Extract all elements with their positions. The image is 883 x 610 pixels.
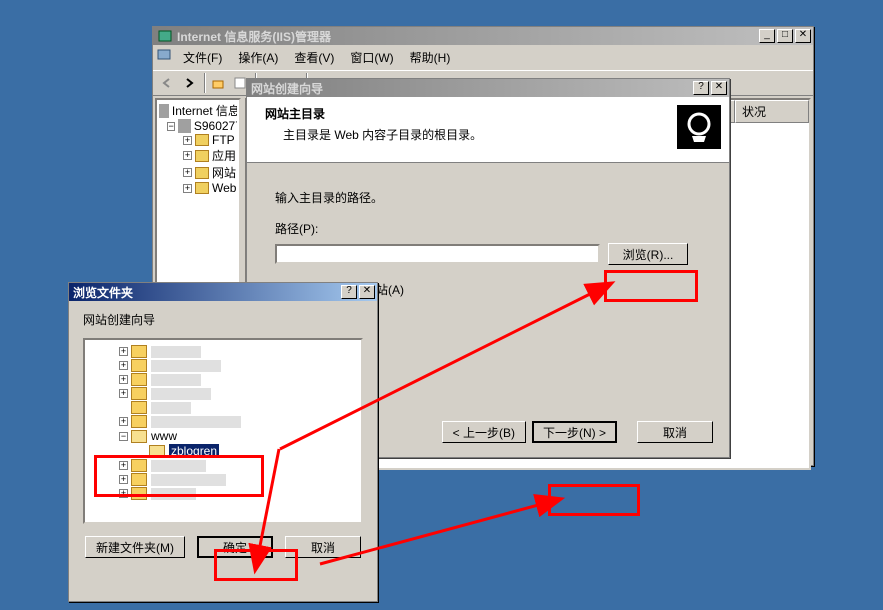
menu-window[interactable]: 窗口(W)	[342, 47, 401, 68]
folder-selected[interactable]: zblogren	[169, 444, 219, 458]
folder-icon	[131, 359, 147, 372]
expand-icon[interactable]: +	[119, 489, 128, 498]
folder-icon	[131, 401, 147, 414]
folder-icon	[131, 373, 147, 386]
close-button[interactable]: ✕	[795, 29, 811, 43]
app-icon	[157, 28, 173, 44]
wizard-heading: 网站主目录	[265, 105, 677, 122]
expand-icon[interactable]: +	[183, 168, 192, 177]
expand-icon[interactable]: +	[183, 136, 192, 145]
server-icon	[178, 119, 191, 133]
tree-ftp[interactable]: FTP	[212, 133, 235, 147]
back-icon[interactable]	[157, 73, 177, 93]
wizard-titlebar: 网站创建向导 ? ✕	[247, 79, 729, 97]
tree-root[interactable]: Internet 信息服务	[172, 102, 237, 119]
expand-icon[interactable]: +	[183, 151, 192, 160]
blurred-folder[interactable]	[151, 488, 196, 500]
path-label: 路径(P):	[275, 220, 701, 237]
folder-icon	[131, 473, 147, 486]
folder-icon	[131, 415, 147, 428]
globe-icon	[159, 104, 169, 118]
expand-icon[interactable]: +	[119, 375, 128, 384]
blurred-folder[interactable]	[151, 474, 226, 486]
folder-open-icon	[131, 430, 147, 443]
wizard-subheading: 主目录是 Web 内容子目录的根目录。	[283, 126, 677, 143]
new-folder-button[interactable]: 新建文件夹(M)	[85, 536, 185, 558]
close-button[interactable]: ✕	[359, 285, 375, 299]
folder-icon	[131, 459, 147, 472]
blurred-folder[interactable]	[151, 388, 211, 400]
folder-icon	[195, 150, 209, 162]
blurred-folder[interactable]	[151, 402, 191, 414]
expand-icon[interactable]: +	[119, 361, 128, 370]
folder-icon	[195, 167, 209, 179]
minimize-button[interactable]: _	[759, 29, 775, 43]
browse-folder-dialog: 浏览文件夹 ? ✕ 网站创建向导 + + + + + − www zblogren…	[68, 282, 378, 602]
blurred-folder[interactable]	[151, 460, 206, 472]
expand-icon[interactable]: +	[119, 475, 128, 484]
browse-title: 浏览文件夹	[73, 284, 339, 301]
blurred-folder[interactable]	[151, 346, 201, 358]
folder-icon	[195, 182, 209, 194]
up-icon[interactable]	[208, 73, 228, 93]
cancel-button[interactable]: 取消	[285, 536, 361, 558]
forward-icon[interactable]	[179, 73, 199, 93]
tree-server[interactable]: S960277	[194, 119, 237, 133]
folder-icon	[131, 487, 147, 500]
cancel-button[interactable]: 取消	[637, 421, 713, 443]
expand-icon[interactable]: +	[119, 417, 128, 426]
collapse-icon[interactable]: −	[167, 122, 175, 131]
browse-button[interactable]: 浏览(R)...	[608, 243, 688, 265]
col-status[interactable]: 状况	[735, 100, 809, 123]
browse-titlebar: 浏览文件夹 ? ✕	[69, 283, 377, 301]
help-button[interactable]: ?	[341, 285, 357, 299]
expand-icon[interactable]: +	[183, 184, 192, 193]
collapse-icon[interactable]: −	[119, 432, 128, 441]
menu-help[interactable]: 帮助(H)	[402, 47, 459, 68]
menu-file[interactable]: 文件(F)	[175, 47, 230, 68]
expand-icon[interactable]: +	[119, 389, 128, 398]
maximize-button[interactable]: □	[777, 29, 793, 43]
menu-view[interactable]: 查看(V)	[286, 47, 342, 68]
wizard-header: 网站主目录 主目录是 Web 内容子目录的根目录。	[247, 97, 729, 163]
blurred-folder[interactable]	[151, 360, 221, 372]
close-button[interactable]: ✕	[711, 81, 727, 95]
wizard-title: 网站创建向导	[251, 80, 691, 97]
ok-button[interactable]: 确定	[197, 536, 273, 558]
browse-body: 网站创建向导 + + + + + − www zblogren + + + 新建文…	[69, 301, 377, 568]
iis-title: Internet 信息服务(IIS)管理器	[177, 28, 757, 45]
blurred-folder[interactable]	[151, 416, 241, 428]
help-button[interactable]: ?	[693, 81, 709, 95]
browse-caption: 网站创建向导	[83, 311, 363, 328]
expand-icon[interactable]: +	[119, 461, 128, 470]
blurred-folder[interactable]	[151, 374, 201, 386]
folder-www[interactable]: www	[151, 429, 177, 443]
mmc-icon	[157, 47, 171, 68]
menubar: 文件(F) 操作(A) 查看(V) 窗口(W) 帮助(H)	[153, 45, 813, 70]
path-input[interactable]	[275, 244, 600, 264]
next-button[interactable]: 下一步(N) >	[532, 421, 617, 443]
tree-app[interactable]: 应用	[212, 147, 236, 164]
wizard-prompt: 输入主目录的路径。	[275, 189, 701, 206]
folder-open-icon	[149, 445, 165, 458]
menu-action[interactable]: 操作(A)	[230, 47, 286, 68]
wizard-logo-icon	[677, 105, 721, 149]
folder-icon	[195, 134, 209, 146]
browse-tree[interactable]: + + + + + − www zblogren + + +	[83, 338, 363, 524]
tree-webext[interactable]: Web	[212, 181, 236, 195]
tree-web[interactable]: 网站	[212, 164, 236, 181]
folder-icon	[131, 387, 147, 400]
folder-icon	[131, 345, 147, 358]
back-button[interactable]: < 上一步(B)	[442, 421, 526, 443]
expand-icon[interactable]: +	[119, 347, 128, 356]
annotation-next-highlight	[548, 484, 640, 516]
iis-titlebar: Internet 信息服务(IIS)管理器 _ □ ✕	[153, 27, 813, 45]
wizard-footer: < 上一步(B) 下一步(N) > 取消	[442, 421, 713, 443]
